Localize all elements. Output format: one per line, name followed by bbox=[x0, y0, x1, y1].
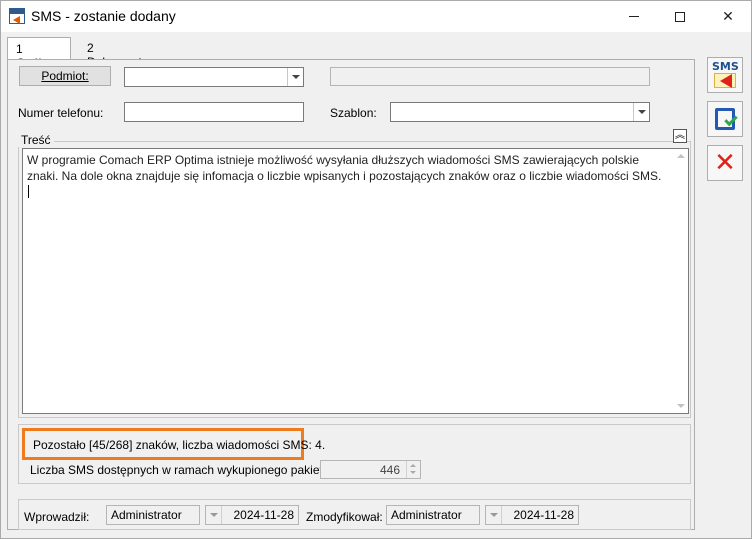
modified-by-label: Zmodyfikował: bbox=[306, 510, 383, 524]
scroll-up-icon[interactable] bbox=[677, 154, 685, 158]
sms-app-icon bbox=[9, 8, 25, 24]
minimize-icon bbox=[629, 16, 639, 17]
spin-down-icon bbox=[410, 471, 416, 474]
chevron-down-icon bbox=[637, 110, 646, 114]
send-sms-icon-label: SMS bbox=[712, 60, 739, 73]
remaining-chars-text: Pozostało [45/268] znaków, liczba wiadom… bbox=[33, 438, 326, 452]
title-bar[interactable]: SMS - zostanie dodany ✕ bbox=[1, 1, 751, 32]
modified-date-dropdown bbox=[486, 506, 502, 524]
podmiot-combo[interactable] bbox=[124, 67, 304, 87]
modified-date-field: 2024-11-28 bbox=[485, 505, 579, 525]
template-combo[interactable] bbox=[390, 102, 650, 122]
available-sms-label: Liczba SMS dostępnych w ramach wykupione… bbox=[30, 463, 333, 477]
remaining-chars-highlight: Pozostało [45/268] znaków, liczba wiadom… bbox=[22, 428, 325, 460]
content-scrollbar[interactable] bbox=[674, 149, 688, 413]
maximize-button[interactable] bbox=[657, 1, 703, 32]
tab-dokumenty[interactable]: 2 Dokumenty bbox=[79, 37, 159, 69]
close-button[interactable]: ✕ bbox=[705, 1, 751, 32]
send-sms-button[interactable]: SMS bbox=[707, 57, 743, 93]
available-sms-value: 446 bbox=[379, 463, 400, 477]
chevron-down-icon bbox=[291, 75, 300, 79]
sms-dialog-window: SMS - zostanie dodany ✕ 1 Ogólne 2 Dokum… bbox=[0, 0, 752, 539]
content-textarea[interactable]: W programie Comach ERP Optima istnieje m… bbox=[22, 148, 689, 414]
cancel-icon: ✕ bbox=[714, 148, 736, 178]
send-arrow-icon bbox=[720, 74, 732, 88]
phone-label: Numer telefonu: bbox=[18, 106, 104, 120]
available-sms-field: 446 bbox=[320, 460, 421, 479]
maximize-icon bbox=[675, 11, 685, 22]
chevron-down-icon bbox=[209, 513, 218, 517]
content-label: Treść bbox=[18, 133, 54, 147]
entered-date-dropdown bbox=[206, 506, 222, 524]
podmiot-name-field bbox=[330, 67, 650, 86]
entered-by-label: Wprowadził: bbox=[24, 510, 90, 524]
save-button[interactable] bbox=[707, 101, 743, 137]
podmiot-dropdown-button[interactable] bbox=[287, 68, 303, 86]
tab-page-ogolne: Podmiot: Numer telefonu: Szablon: Treść … bbox=[7, 59, 695, 530]
modified-by-user: Administrator bbox=[386, 505, 480, 525]
chevron-down-icon bbox=[489, 513, 498, 517]
template-label: Szablon: bbox=[330, 106, 377, 120]
phone-input[interactable] bbox=[124, 102, 304, 122]
window-title: SMS - zostanie dodany bbox=[31, 8, 176, 24]
entered-by-user: Administrator bbox=[106, 505, 200, 525]
minimize-button[interactable] bbox=[611, 1, 657, 32]
close-icon: ✕ bbox=[722, 8, 734, 24]
cancel-button[interactable]: ✕ bbox=[707, 145, 743, 181]
tab-ogolne[interactable]: 1 Ogólne bbox=[7, 37, 71, 70]
content-text: W programie Comach ERP Optima istnieje m… bbox=[27, 153, 662, 183]
scroll-down-icon[interactable] bbox=[677, 404, 685, 408]
double-chevron-up-icon: ︽ bbox=[675, 130, 685, 141]
entered-date-field: 2024-11-28 bbox=[205, 505, 299, 525]
template-dropdown-button[interactable] bbox=[633, 103, 649, 121]
collapse-button[interactable]: ︽ bbox=[673, 129, 687, 143]
spinner-buttons bbox=[406, 461, 420, 478]
modified-date: 2024-11-28 bbox=[513, 508, 575, 522]
podmiot-button[interactable]: Podmiot: bbox=[19, 66, 111, 86]
text-caret bbox=[28, 185, 29, 198]
entered-date: 2024-11-28 bbox=[233, 508, 295, 522]
spin-up-icon bbox=[410, 464, 416, 467]
